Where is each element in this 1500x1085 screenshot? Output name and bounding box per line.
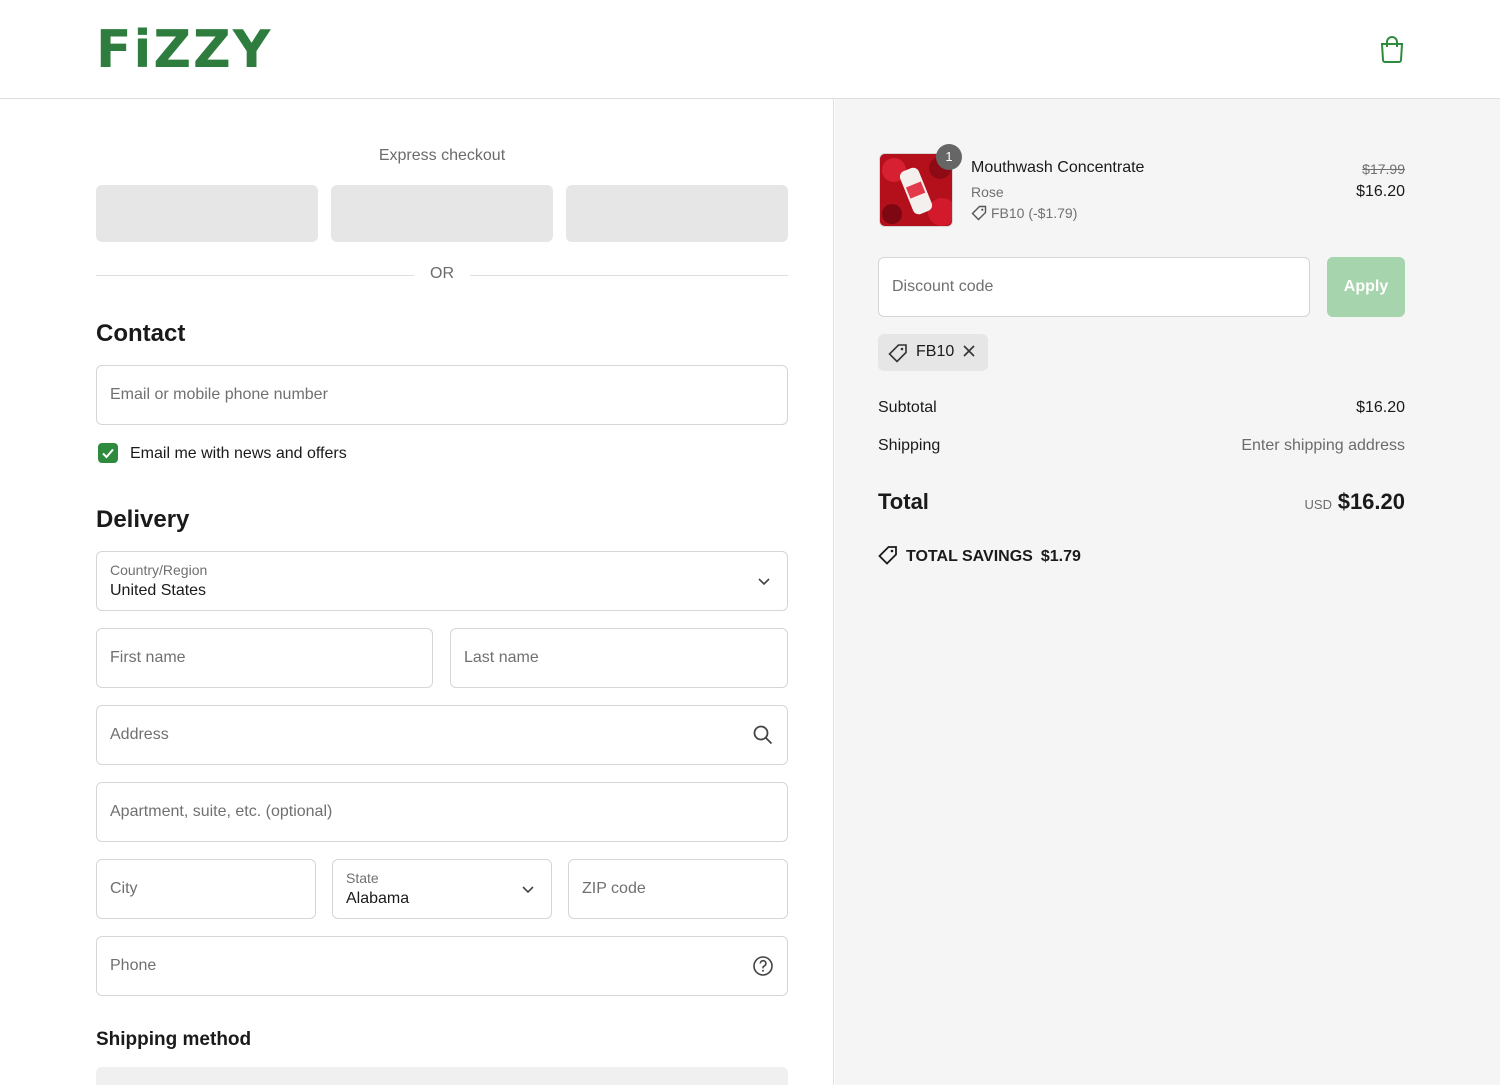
applied-discount-code: FB10: [916, 343, 955, 360]
final-price: $16.20: [1356, 183, 1405, 200]
state-value: Alabama: [346, 890, 410, 907]
or-divider: OR: [96, 265, 788, 285]
chevron-down-icon: [758, 578, 770, 586]
brand-logo[interactable]: FiZZY: [96, 22, 272, 78]
zip-field[interactable]: ZIP code: [568, 859, 788, 919]
email-placeholder: Email or mobile phone number: [110, 386, 328, 403]
express-checkout-title: Express checkout: [378, 147, 506, 164]
country-label: Country/Region: [110, 562, 208, 578]
city-placeholder: City: [110, 880, 138, 897]
phone-placeholder: Phone: [110, 957, 157, 974]
state-select[interactable]: State Alabama: [332, 859, 552, 919]
first-name-field[interactable]: First name: [96, 628, 433, 688]
shipping-method-box: [96, 1067, 788, 1085]
product-discount: FB10 (-$1.79): [971, 205, 1077, 221]
zip-placeholder: ZIP code: [582, 880, 646, 897]
savings-value: $1.79: [1040, 548, 1081, 565]
savings-label: TOTAL SAVINGS: [906, 548, 1033, 565]
help-icon[interactable]: [752, 955, 774, 977]
apply-button[interactable]: Apply: [1327, 257, 1405, 317]
apartment-placeholder: Apartment, suite, etc. (optional): [110, 803, 333, 820]
last-name-field[interactable]: Last name: [450, 628, 788, 688]
subtotal-value: $16.20: [1356, 399, 1405, 416]
product-variant: Rose: [971, 184, 1004, 200]
express-pay-button-1[interactable]: [96, 185, 318, 242]
original-price: $17.99: [1362, 161, 1405, 177]
express-pay-button-3[interactable]: [566, 185, 788, 242]
discount-code-placeholder: Discount code: [892, 278, 994, 295]
shipping-label: Shipping: [878, 437, 941, 454]
newsletter-label: Email me with news and offers: [130, 445, 347, 462]
last-name-placeholder: Last name: [464, 649, 539, 666]
express-pay-button-2[interactable]: [331, 185, 553, 242]
shipping-method-title: Shipping method: [96, 1029, 252, 1050]
delivery-title: Delivery: [96, 506, 190, 533]
applied-discount-tag: FB10: [878, 334, 988, 371]
subtotal-label: Subtotal: [878, 399, 937, 416]
first-name-placeholder: First name: [110, 649, 186, 666]
city-field[interactable]: City: [96, 859, 316, 919]
checkout-form: Express checkout OR Contact Email or mob…: [0, 99, 834, 1085]
order-summary: 1 Mouthwash Concentrate Rose FB10 (-$1.7…: [835, 99, 1500, 1085]
newsletter-checkbox[interactable]: [98, 443, 118, 463]
discount-code-field[interactable]: Discount code: [878, 257, 1310, 317]
total-label: Total: [878, 489, 929, 514]
country-value: United States: [110, 582, 207, 599]
address-placeholder: Address: [110, 726, 169, 743]
total-currency: USD: [1304, 497, 1332, 512]
product-discount-text: FB10 (-$1.79): [991, 205, 1078, 221]
or-label: OR: [430, 265, 454, 282]
tag-icon: [971, 205, 987, 221]
shipping-value: Enter shipping address: [1241, 437, 1405, 454]
country-select[interactable]: Country/Region United States: [96, 551, 788, 611]
quantity-badge: 1: [936, 144, 962, 170]
phone-field[interactable]: Phone: [96, 936, 788, 996]
tag-icon: [888, 344, 907, 363]
shopping-bag-icon[interactable]: [1378, 34, 1406, 64]
close-icon[interactable]: [962, 344, 976, 358]
tag-icon: [878, 546, 897, 565]
apartment-field[interactable]: Apartment, suite, etc. (optional): [96, 782, 788, 842]
search-icon[interactable]: [752, 724, 774, 746]
total-savings: TOTAL SAVINGS $1.79: [878, 545, 1081, 566]
product-name: Mouthwash Concentrate: [971, 159, 1145, 176]
email-field[interactable]: Email or mobile phone number: [96, 365, 788, 425]
site-header: FiZZY: [0, 0, 1500, 99]
contact-title: Contact: [96, 320, 186, 347]
chevron-down-icon: [522, 886, 534, 894]
state-label: State: [346, 870, 379, 886]
checkmark-icon: [102, 448, 114, 459]
address-field[interactable]: Address: [96, 705, 788, 765]
total-value: $16.20: [1337, 489, 1405, 514]
divider-line-right: [470, 275, 788, 276]
